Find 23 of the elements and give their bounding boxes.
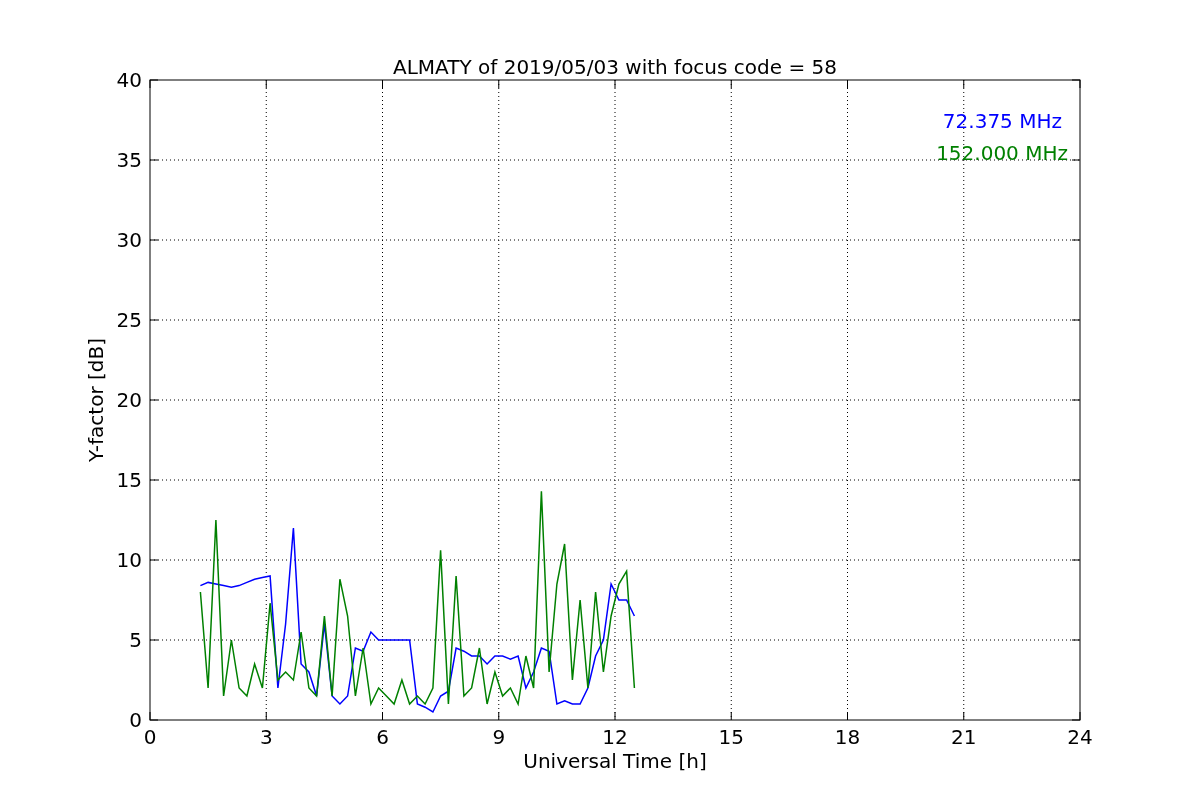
x-tick-label: 6 bbox=[376, 725, 389, 749]
x-axis-label: Universal Time [h] bbox=[523, 749, 707, 773]
x-tick-label: 3 bbox=[259, 725, 273, 749]
y-tick-label: 25 bbox=[116, 308, 142, 332]
y-axis-label: Y-factor [dB] bbox=[84, 338, 108, 462]
x-tick-label: 21 bbox=[951, 725, 977, 749]
y-tick-label: 0 bbox=[129, 708, 142, 732]
y-tick-label: 30 bbox=[116, 228, 142, 252]
x-tick-label: 0 bbox=[143, 725, 157, 749]
y-tick-label: 40 bbox=[116, 68, 142, 92]
chart-title: ALMATY of 2019/05/03 with focus code = 58 bbox=[393, 55, 837, 79]
y-tick-label: 20 bbox=[116, 388, 142, 412]
y-tick-label: 10 bbox=[116, 548, 142, 572]
x-tick-label: 12 bbox=[602, 725, 628, 749]
x-tick-label: 9 bbox=[492, 725, 506, 749]
y-tick-label: 5 bbox=[129, 628, 142, 652]
x-tick-label: 15 bbox=[718, 725, 744, 749]
y-tick-label: 35 bbox=[116, 148, 142, 172]
legend-label: 152.000 MHz bbox=[936, 141, 1068, 165]
x-tick-label: 18 bbox=[834, 725, 861, 749]
x-tick-label: 24 bbox=[1067, 725, 1093, 749]
y-tick-label: 15 bbox=[116, 468, 142, 492]
legend-label: 72.375 MHz bbox=[942, 109, 1062, 133]
